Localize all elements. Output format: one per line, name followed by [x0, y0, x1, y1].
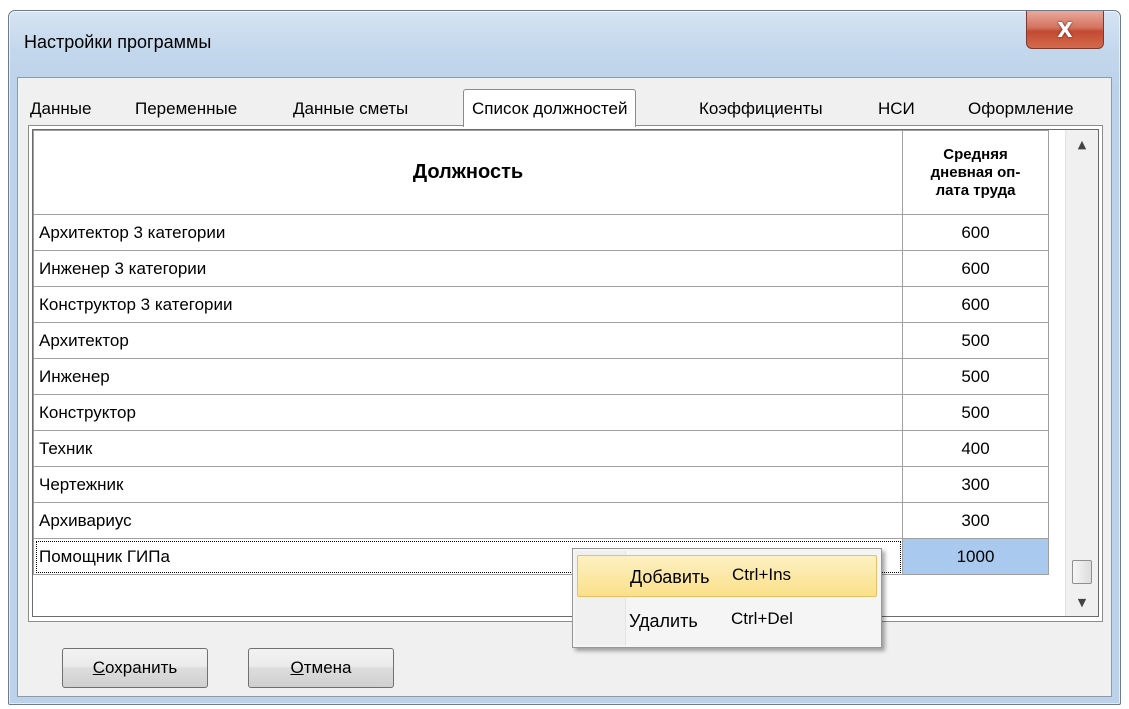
table-row[interactable]: Архивариус 300: [33, 502, 1049, 539]
positions-table: Должность Средняя дневная оп- лата труда…: [33, 130, 1049, 575]
table-row[interactable]: Инженер 500: [33, 358, 1049, 395]
cancel-label: тмена: [303, 658, 352, 677]
position-cell[interactable]: Архитектор 3 категории: [33, 214, 903, 251]
daily-rate-header-line: лата труда: [935, 181, 1016, 199]
table-row[interactable]: Инженер 3 категории 600: [33, 250, 1049, 287]
close-icon: X: [1057, 17, 1073, 42]
position-cell[interactable]: Инженер: [33, 358, 903, 395]
tab-strip: Данные Переменные Данные сметы Список до…: [28, 89, 1103, 127]
positions-grid[interactable]: Должность Средняя дневная оп- лата труда…: [32, 129, 1099, 617]
table-row[interactable]: Техник 400: [33, 430, 1049, 467]
save-button[interactable]: Сохранить: [62, 648, 208, 688]
context-menu: Добавить Ctrl+Ins Удалить Ctrl+Del: [572, 548, 882, 648]
save-label: охранить: [105, 658, 178, 677]
table-row[interactable]: Конструктор 3 категории 600: [33, 286, 1049, 323]
tab-positions-list[interactable]: Список должностей: [463, 89, 637, 127]
header-row: Должность Средняя дневная оп- лата труда: [33, 130, 1049, 215]
tab-nsi[interactable]: НСИ: [878, 93, 915, 125]
up-arrow-icon: ▲: [1077, 137, 1087, 151]
position-cell[interactable]: Инженер 3 категории: [33, 250, 903, 287]
down-arrow-icon: ▼: [1077, 595, 1087, 609]
cancel-button[interactable]: Отмена: [248, 648, 394, 688]
table-row[interactable]: Чертежник 300: [33, 466, 1049, 503]
window-title: Настройки программы: [24, 32, 212, 52]
tab-coefficients[interactable]: Коэффициенты: [699, 93, 823, 125]
menu-item-add[interactable]: Добавить Ctrl+Ins: [577, 555, 877, 597]
rate-cell[interactable]: 500: [902, 358, 1049, 395]
position-cell[interactable]: Конструктор: [33, 394, 903, 431]
rate-cell[interactable]: 400: [902, 430, 1049, 467]
save-accelerator: С: [92, 658, 106, 677]
settings-dialog: Настройки программы X Данные Переменные …: [8, 10, 1121, 705]
position-cell[interactable]: Техник: [33, 430, 903, 467]
tab-data[interactable]: Данные: [30, 93, 91, 125]
close-button[interactable]: X: [1026, 11, 1104, 49]
tab-formatting[interactable]: Оформление: [968, 93, 1074, 125]
menu-item-label: Удалить: [629, 611, 698, 631]
rate-cell[interactable]: 600: [902, 286, 1049, 323]
dialog-client-area: Данные Переменные Данные сметы Список до…: [17, 77, 1112, 697]
scroll-thumb[interactable]: [1072, 560, 1092, 584]
vertical-scrollbar[interactable]: ▲ ▼: [1065, 130, 1098, 616]
menu-item-shortcut: Ctrl+Del: [731, 609, 793, 628]
table-row-selected[interactable]: Помощник ГИПа 1000: [33, 538, 1049, 575]
tab-variables[interactable]: Переменные: [135, 93, 237, 125]
column-header-position[interactable]: Должность: [33, 130, 903, 215]
positions-tab-panel: Должность Средняя дневная оп- лата труда…: [28, 125, 1103, 622]
table-row[interactable]: Архитектор 500: [33, 322, 1049, 359]
menu-item-label: Добавить: [630, 567, 710, 587]
rate-cell[interactable]: 300: [902, 466, 1049, 503]
scroll-up-button[interactable]: ▲: [1066, 130, 1098, 158]
rate-cell[interactable]: 300: [902, 502, 1049, 539]
menu-item-delete[interactable]: Удалить Ctrl+Del: [577, 600, 877, 642]
daily-rate-header-line: дневная оп-: [930, 163, 1021, 181]
rate-cell[interactable]: 500: [902, 394, 1049, 431]
title-bar[interactable]: Настройки программы X: [9, 11, 1120, 77]
position-cell[interactable]: Конструктор 3 категории: [33, 286, 903, 323]
rate-cell[interactable]: 500: [902, 322, 1049, 359]
rate-cell[interactable]: 1000: [902, 538, 1049, 575]
position-cell[interactable]: Чертежник: [33, 466, 903, 503]
scroll-down-button[interactable]: ▼: [1066, 588, 1098, 616]
table-row[interactable]: Конструктор 500: [33, 394, 1049, 431]
daily-rate-header-line: Средняя: [943, 145, 1008, 163]
tab-estimate-data[interactable]: Данные сметы: [293, 93, 408, 125]
rate-cell[interactable]: 600: [902, 250, 1049, 287]
menu-item-shortcut: Ctrl+Ins: [732, 565, 792, 584]
table-row[interactable]: Архитектор 3 категории 600: [33, 214, 1049, 251]
column-header-daily-rate[interactable]: Средняя дневная оп- лата труда: [902, 130, 1049, 215]
cancel-accelerator: О: [290, 658, 304, 677]
rate-cell[interactable]: 600: [902, 214, 1049, 251]
position-cell[interactable]: Архивариус: [33, 502, 903, 539]
position-cell[interactable]: Архитектор: [33, 322, 903, 359]
